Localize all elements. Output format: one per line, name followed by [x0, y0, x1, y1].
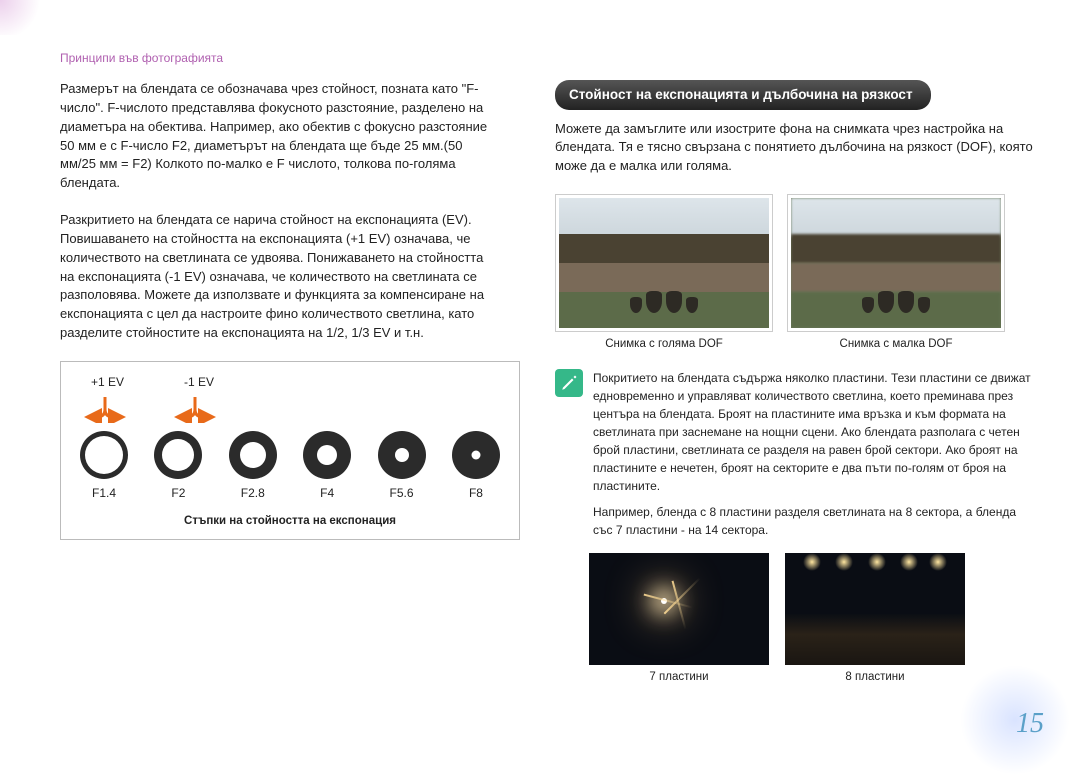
- aperture-f4: F4: [298, 429, 356, 502]
- aperture-f28: F2.8: [224, 429, 282, 502]
- info-para-2: Например, бленда с 8 пластини разделя св…: [593, 503, 1035, 539]
- dof-small-caption: Снимка с малка DOF: [787, 336, 1005, 353]
- aperture-f2: F2: [149, 429, 207, 502]
- night-8-blades-image: [785, 553, 965, 665]
- info-note: Покритието на блендата съдържа няколко п…: [555, 369, 1035, 547]
- left-column: Размерът на блендата се обозначава чрез …: [60, 80, 500, 540]
- para-aperture-fnumber: Размерът на блендата се обозначава чрез …: [60, 80, 500, 193]
- para-dof: Можете да замъглите или изострите фона н…: [555, 120, 1035, 177]
- dof-large-image: [559, 198, 769, 328]
- dof-small-image: [791, 198, 1001, 328]
- info-para-1: Покритието на блендата съдържа няколко п…: [593, 369, 1035, 495]
- night-7-blades-image: [589, 553, 769, 665]
- aperture-f8: F8: [447, 429, 505, 502]
- right-column: Стойност на експонацията и дълбочина на …: [555, 80, 1035, 693]
- night-8-caption: 8 пластини: [785, 669, 965, 686]
- decor-blur-top-left: [0, 0, 45, 35]
- aperture-f14: F1.4: [75, 429, 133, 502]
- page-number: 15: [1016, 704, 1044, 745]
- dof-small-image-wrap: Снимка с малка DOF: [787, 194, 1005, 361]
- night-7-blades-wrap: 7 пластини: [589, 553, 769, 694]
- ev-plus-label: +1 EV: [91, 374, 124, 391]
- dof-large-caption: Снимка с голяма DOF: [555, 336, 773, 353]
- dof-large-image-wrap: Снимка с голяма DOF: [555, 194, 773, 361]
- ev-minus-label: -1 EV: [184, 374, 214, 391]
- para-exposure-value: Разкритието на блендата се нарича стойно…: [60, 211, 500, 343]
- pen-note-icon: [555, 369, 583, 397]
- aperture-f56: F5.6: [373, 429, 431, 502]
- night-7-caption: 7 пластини: [589, 669, 769, 686]
- page-header-title: Принципи във фотографията: [60, 50, 223, 67]
- night-8-blades-wrap: 8 пластини: [785, 553, 965, 694]
- diagram-caption: Стъпки на стойността на експонация: [75, 513, 505, 530]
- ev-arrows: [75, 395, 505, 423]
- section-title-pill: Стойност на експонацията и дълбочина на …: [555, 80, 931, 110]
- aperture-diagram: +1 EV -1 EV F1.4: [60, 361, 520, 540]
